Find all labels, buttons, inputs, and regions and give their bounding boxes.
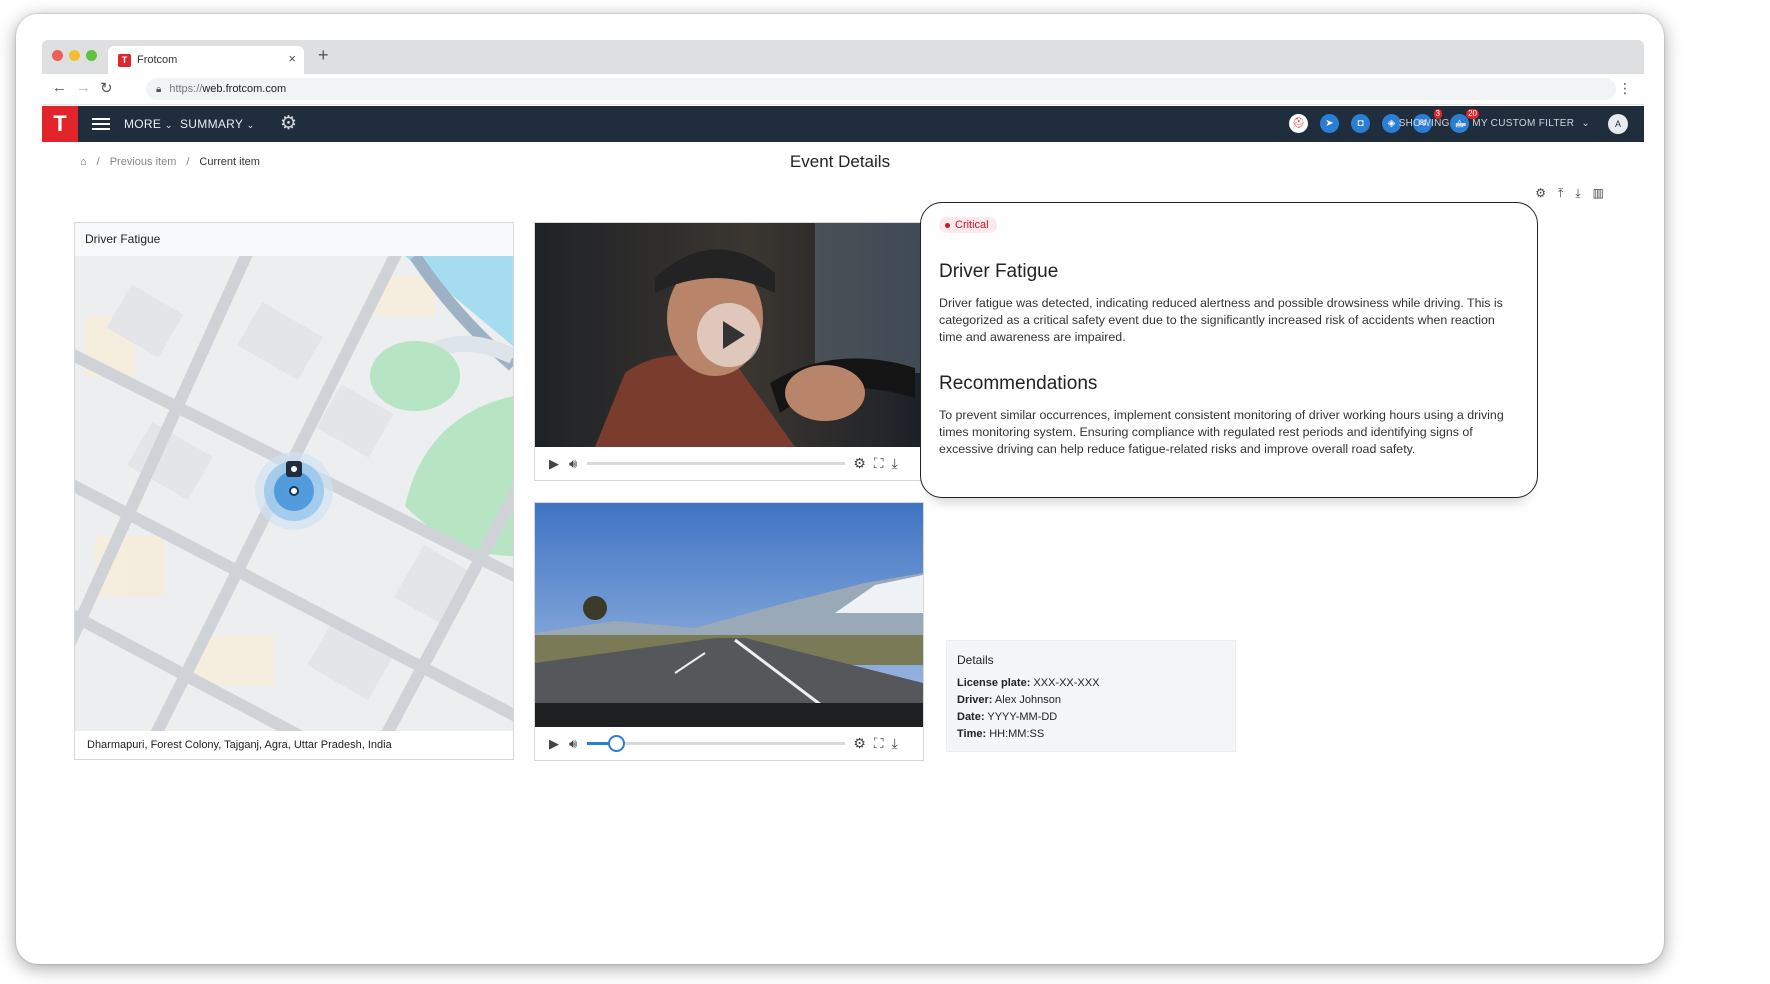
play-icon[interactable]: ▶ (549, 736, 559, 752)
event-description: Driver fatigue was detected, indicating … (939, 296, 1503, 344)
tab-title: Frotcom (137, 54, 178, 66)
date-label: Date: (957, 711, 985, 723)
tab-strip: T Frotcom × + (42, 40, 1644, 74)
support-icon[interactable]: ⛑ (1289, 114, 1308, 133)
browser-menu-icon[interactable]: ⋮ (1618, 80, 1632, 97)
recommendations-title: Recommendations (939, 373, 1098, 394)
date-value: YYYY-MM-DD (987, 711, 1058, 723)
chevron-down-icon: ⌄ (164, 120, 173, 130)
avatar[interactable]: A (1608, 114, 1628, 134)
driver-camera-frame[interactable] (535, 223, 923, 447)
reload-icon[interactable]: ↻ (100, 79, 113, 97)
time-value: HH:MM:SS (989, 728, 1045, 740)
map-address: Dharmapuri, Forest Colony, Tajganj, Agra… (75, 731, 513, 759)
video-controls: ▶ 🔊︎ ⚙ ⛶ ⤓ (535, 447, 923, 480)
chevron-down-icon: ⌄ (1581, 118, 1590, 129)
play-icon[interactable]: ▶ (549, 456, 559, 472)
download-icon[interactable]: ⤓ (892, 455, 898, 472)
details-panel: Details License plate: XXX-XX-XXX Driver… (946, 640, 1236, 752)
driver-value: Alex Johnson (994, 694, 1061, 706)
more-label: MORE (124, 117, 162, 131)
license-plate-row: License plate: XXX-XX-XXX (957, 677, 1099, 689)
close-window-button[interactable] (52, 50, 63, 61)
video-controls: ▶ 🔊︎ ⚙ ⛶ ⤓ (535, 727, 923, 760)
robot-icon[interactable]: ◘ (1351, 114, 1370, 133)
recommendations-text: To prevent similar occurrences, implemen… (939, 408, 1504, 456)
status-dot-icon (945, 222, 950, 228)
toolbar: ⚙ ⤒ ⤓ ▥ (1535, 186, 1604, 201)
app-navbar: T MORE ⌄ SUMMARY ⌄ ⚙ ⛑ ➤ ◘ ◈ ✉ 3 △ 20 SHOW… (42, 106, 1644, 142)
settings-gear-icon[interactable]: ⚙ (853, 455, 866, 472)
event-info-card: Critical Driver Fatigue Driver fatigue w… (920, 202, 1538, 498)
time-row: Time: HH:MM:SS (957, 728, 1044, 740)
critical-badge: Critical (939, 217, 997, 233)
route-icon[interactable]: ➤ (1320, 114, 1339, 133)
hamburger-menu-icon[interactable] (92, 115, 110, 133)
road-camera-frame[interactable] (535, 503, 923, 727)
upload-icon[interactable]: ⤒ (1558, 186, 1563, 201)
download-icon[interactable]: ⤓ (1575, 186, 1580, 201)
settings-gear-icon[interactable]: ⚙ (280, 112, 297, 135)
summary-label: SUMMARY (180, 117, 244, 131)
chevron-down-icon: ⌄ (246, 120, 255, 130)
frotcom-logo[interactable]: T (42, 106, 78, 142)
settings-gear-icon[interactable]: ⚙ (1535, 186, 1546, 201)
map-card: Driver Fatigue Dharmapuri, Forest Colony… (74, 222, 514, 760)
map-view[interactable] (75, 256, 513, 732)
more-menu[interactable]: MORE ⌄ (124, 117, 173, 131)
driver-camera-video: ▶ 🔊︎ ⚙ ⛶ ⤓ (534, 222, 924, 481)
play-overlay-icon[interactable] (697, 303, 761, 367)
severity-label: Critical (955, 219, 989, 231)
license-label: License plate: (957, 677, 1031, 689)
page-title: Event Details (789, 152, 891, 171)
driver-label: Driver: (957, 694, 993, 706)
back-icon[interactable]: ← (52, 79, 67, 96)
fullscreen-icon[interactable]: ⛶ (874, 455, 884, 472)
lock-icon: 🔒︎ (156, 83, 162, 95)
forward-icon[interactable]: → (76, 79, 91, 96)
url-input[interactable]: 🔒︎ https://web.frotcom.com (146, 78, 1616, 100)
minimize-window-button[interactable] (69, 50, 80, 61)
license-value: XXX-XX-XXX (1033, 677, 1100, 689)
map-card-title: Driver Fatigue (75, 223, 513, 256)
fullscreen-icon[interactable]: ⛶ (874, 735, 884, 752)
showing-label: SHOWING (1398, 118, 1450, 129)
time-label: Time: (957, 728, 987, 740)
volume-icon[interactable]: 🔊︎ (569, 456, 577, 472)
window-controls (52, 50, 97, 61)
address-bar-row: ← → ↻ 🔒︎ https://web.frotcom.com ⋮ (42, 74, 1644, 105)
new-tab-icon[interactable]: + (318, 45, 329, 66)
video-progress-bar[interactable] (587, 735, 846, 752)
url-host: web.frotcom.com (202, 83, 287, 95)
settings-gear-icon[interactable]: ⚙ (853, 735, 866, 752)
frotcom-favicon-icon: T (118, 53, 131, 67)
video-progress-knob[interactable] (607, 735, 625, 752)
maximize-window-button[interactable] (86, 50, 97, 61)
video-progress-bar[interactable] (587, 462, 846, 465)
truck-icon: ▬ (1455, 118, 1467, 129)
volume-icon[interactable]: 🔊︎ (569, 736, 577, 752)
filter-selector[interactable]: SHOWING ▬ MY CUSTOM FILTER ⌄ (1399, 118, 1590, 129)
url-protocol: https:// (169, 83, 203, 95)
close-tab-icon[interactable]: × (288, 51, 296, 66)
filter-label: MY CUSTOM FILTER (1472, 118, 1575, 129)
download-icon[interactable]: ⤓ (892, 735, 898, 752)
road-camera-video: ▶ 🔊︎ ⚙ ⛶ ⤓ (534, 502, 924, 761)
event-title: Driver Fatigue (939, 261, 1059, 282)
driver-row: Driver: Alex Johnson (957, 694, 1061, 706)
columns-icon[interactable]: ▥ (1593, 186, 1604, 201)
details-title: Details (957, 653, 994, 667)
summary-menu[interactable]: SUMMARY ⌄ (180, 117, 255, 131)
date-row: Date: YYYY-MM-DD (957, 711, 1057, 723)
browser-tab[interactable]: T Frotcom × (108, 46, 304, 74)
